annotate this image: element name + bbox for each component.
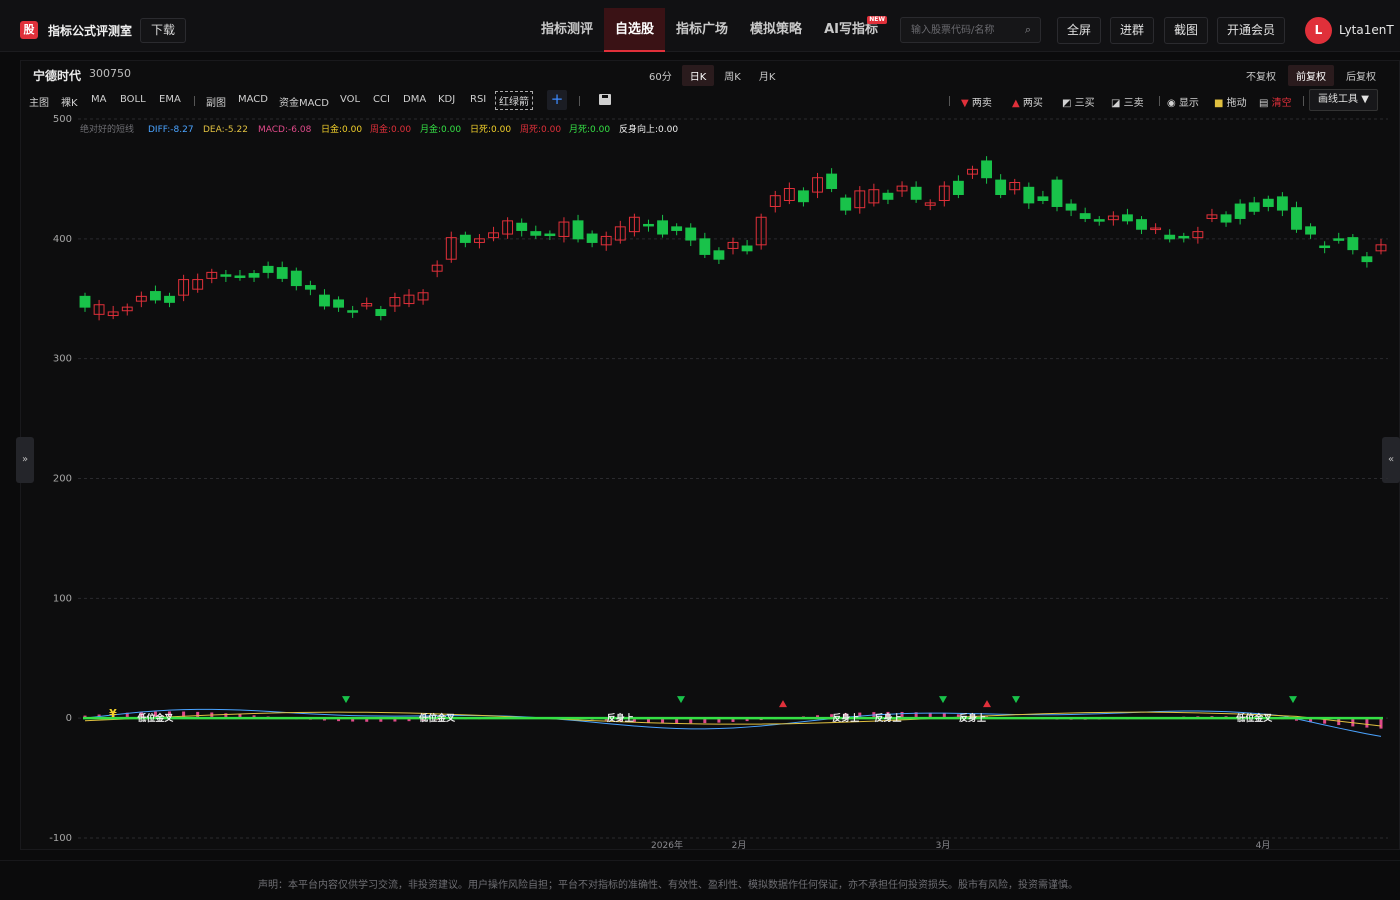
two-sell-label: 两卖 bbox=[971, 98, 992, 109]
app-brand-title: 指标公式评测室 bbox=[48, 24, 133, 38]
toolbar-divider bbox=[1159, 96, 1160, 106]
indicator-bare-k[interactable]: 裸K bbox=[61, 94, 78, 109]
drag-label: 拖动 bbox=[1226, 98, 1247, 109]
indicator-ma[interactable]: MA bbox=[91, 94, 106, 105]
draw-tool-button[interactable]: 画线工具 ▼ bbox=[1309, 89, 1378, 111]
draw-tool-label: 画线工具 bbox=[1318, 94, 1358, 105]
toolbar-divider bbox=[1303, 96, 1304, 106]
nav-simulated-strategy[interactable]: 模拟策略 bbox=[739, 8, 813, 52]
screenshot-button[interactable]: 截图 bbox=[1164, 17, 1209, 44]
nav-watchlist[interactable]: 自选股 bbox=[604, 8, 666, 52]
indicator-cci[interactable]: CCI bbox=[373, 94, 390, 105]
stock-name: 宁德时代 bbox=[33, 69, 82, 83]
three-buy-label: 三买 bbox=[1074, 98, 1095, 109]
indicator-ema[interactable]: EMA bbox=[159, 94, 181, 105]
two-buy-label: 两买 bbox=[1022, 98, 1043, 109]
toolbar-divider bbox=[949, 96, 950, 106]
indicator-kdj[interactable]: KDJ bbox=[438, 94, 455, 105]
main-nav: 指标测评 自选股 指标广场 模拟策略 AI写指标 NEW bbox=[530, 8, 889, 52]
clear-tool[interactable]: ▤ 清空 bbox=[1259, 94, 1292, 109]
add-indicator-button[interactable]: + bbox=[547, 90, 567, 110]
footer-disclaimer: 声明：本平台内容仅供学习交流，非投资建议。用户操作风险自担；平台不对指标的准确性… bbox=[0, 860, 1400, 900]
indicator-toolbar: 主图 裸K MA BOLL EMA 副图 MACD 资金MACD VOL CCI… bbox=[21, 89, 1399, 113]
eye-icon: ◉ bbox=[1167, 98, 1176, 109]
adjust-selector: 不复权 前复权 后复权 bbox=[1234, 65, 1384, 86]
period-selector: 60分 日K 周K 月K bbox=[641, 65, 785, 86]
toolbar-divider bbox=[194, 96, 195, 106]
caret-down-icon: ▼ bbox=[1361, 94, 1369, 105]
period-60min[interactable]: 60分 bbox=[641, 65, 680, 86]
expand-left-icon[interactable]: » bbox=[16, 437, 34, 483]
lock-icon: ■ bbox=[1214, 98, 1224, 109]
toolbar-divider bbox=[579, 96, 580, 106]
indicator-fund-macd[interactable]: 资金MACD bbox=[279, 94, 329, 109]
search-icon[interactable]: ⌕ bbox=[1025, 23, 1031, 37]
indicator-red-green-arrow[interactable]: 红绿箭 bbox=[495, 91, 533, 110]
indicator-macd[interactable]: MACD bbox=[238, 94, 268, 105]
sub-chart-label: 副图 bbox=[206, 98, 226, 109]
chart-panel: 宁德时代 300750 60分 日K 周K 月K 不复权 前复权 后复权 主图 … bbox=[20, 60, 1400, 850]
indicator-rsi[interactable]: RSI bbox=[470, 94, 486, 105]
two-buy-tool[interactable]: ▲ 两买 bbox=[1012, 94, 1043, 109]
period-week[interactable]: 周K bbox=[716, 65, 749, 86]
adjust-none[interactable]: 不复权 bbox=[1238, 65, 1284, 86]
stock-code: 300750 bbox=[89, 67, 131, 80]
main-chart-label: 主图 bbox=[29, 98, 49, 109]
top-navigation-bar: 股 指标公式评测室 下载 指标测评 自选股 指标广场 模拟策略 AI写指标 NE… bbox=[0, 0, 1400, 52]
open-membership-button[interactable]: 开通会员 bbox=[1217, 17, 1286, 44]
indicator-dma[interactable]: DMA bbox=[403, 94, 426, 105]
trend-down-icon: ◪ bbox=[1111, 98, 1121, 109]
down-triangle-icon: ▼ bbox=[961, 98, 969, 109]
disclaimer-text: 声明：本平台内容仅供学习交流，非投资建议。用户操作风险自担；平台不对指标的准确性… bbox=[258, 880, 1078, 891]
up-triangle-icon: ▲ bbox=[1012, 98, 1020, 109]
expand-right-icon[interactable]: « bbox=[1382, 437, 1400, 483]
app-logo: 股 bbox=[20, 21, 38, 39]
period-month[interactable]: 月K bbox=[751, 65, 784, 86]
user-avatar[interactable]: L bbox=[1305, 17, 1332, 44]
three-sell-label: 三卖 bbox=[1123, 98, 1144, 109]
stock-search-input[interactable] bbox=[911, 22, 1019, 38]
two-sell-tool[interactable]: ▼ 两卖 bbox=[961, 94, 992, 109]
new-badge: NEW bbox=[867, 16, 887, 24]
nav-ai-write-indicator[interactable]: AI写指标 NEW bbox=[813, 8, 889, 52]
clear-label: 清空 bbox=[1271, 98, 1292, 109]
three-buy-tool[interactable]: ◩ 三买 bbox=[1062, 94, 1095, 109]
adjust-forward[interactable]: 前复权 bbox=[1288, 65, 1334, 86]
indicator-vol[interactable]: VOL bbox=[340, 94, 360, 105]
adjust-backward[interactable]: 后复权 bbox=[1338, 65, 1384, 86]
indicator-boll[interactable]: BOLL bbox=[120, 94, 146, 105]
trend-up-icon: ◩ bbox=[1062, 98, 1072, 109]
join-group-button[interactable]: 进群 bbox=[1110, 17, 1155, 44]
fullscreen-button[interactable]: 全屏 bbox=[1057, 17, 1102, 44]
drag-tool[interactable]: ■ 拖动 bbox=[1214, 94, 1247, 109]
period-day[interactable]: 日K bbox=[681, 65, 715, 86]
stock-search-box[interactable]: ⌕ bbox=[900, 17, 1041, 43]
show-label: 显示 bbox=[1178, 98, 1199, 109]
download-button[interactable]: 下载 bbox=[140, 18, 187, 43]
username[interactable]: Lyta1enT bbox=[1339, 23, 1394, 37]
show-tool[interactable]: ◉ 显示 bbox=[1167, 94, 1199, 109]
three-sell-tool[interactable]: ◪ 三卖 bbox=[1111, 94, 1144, 109]
nav-indicator-review[interactable]: 指标测评 bbox=[530, 8, 604, 52]
trash-icon: ▤ bbox=[1259, 98, 1269, 109]
nav-ai-write-label: AI写指标 bbox=[824, 22, 878, 37]
nav-indicator-square[interactable]: 指标广场 bbox=[665, 8, 739, 52]
save-icon[interactable] bbox=[599, 94, 611, 105]
